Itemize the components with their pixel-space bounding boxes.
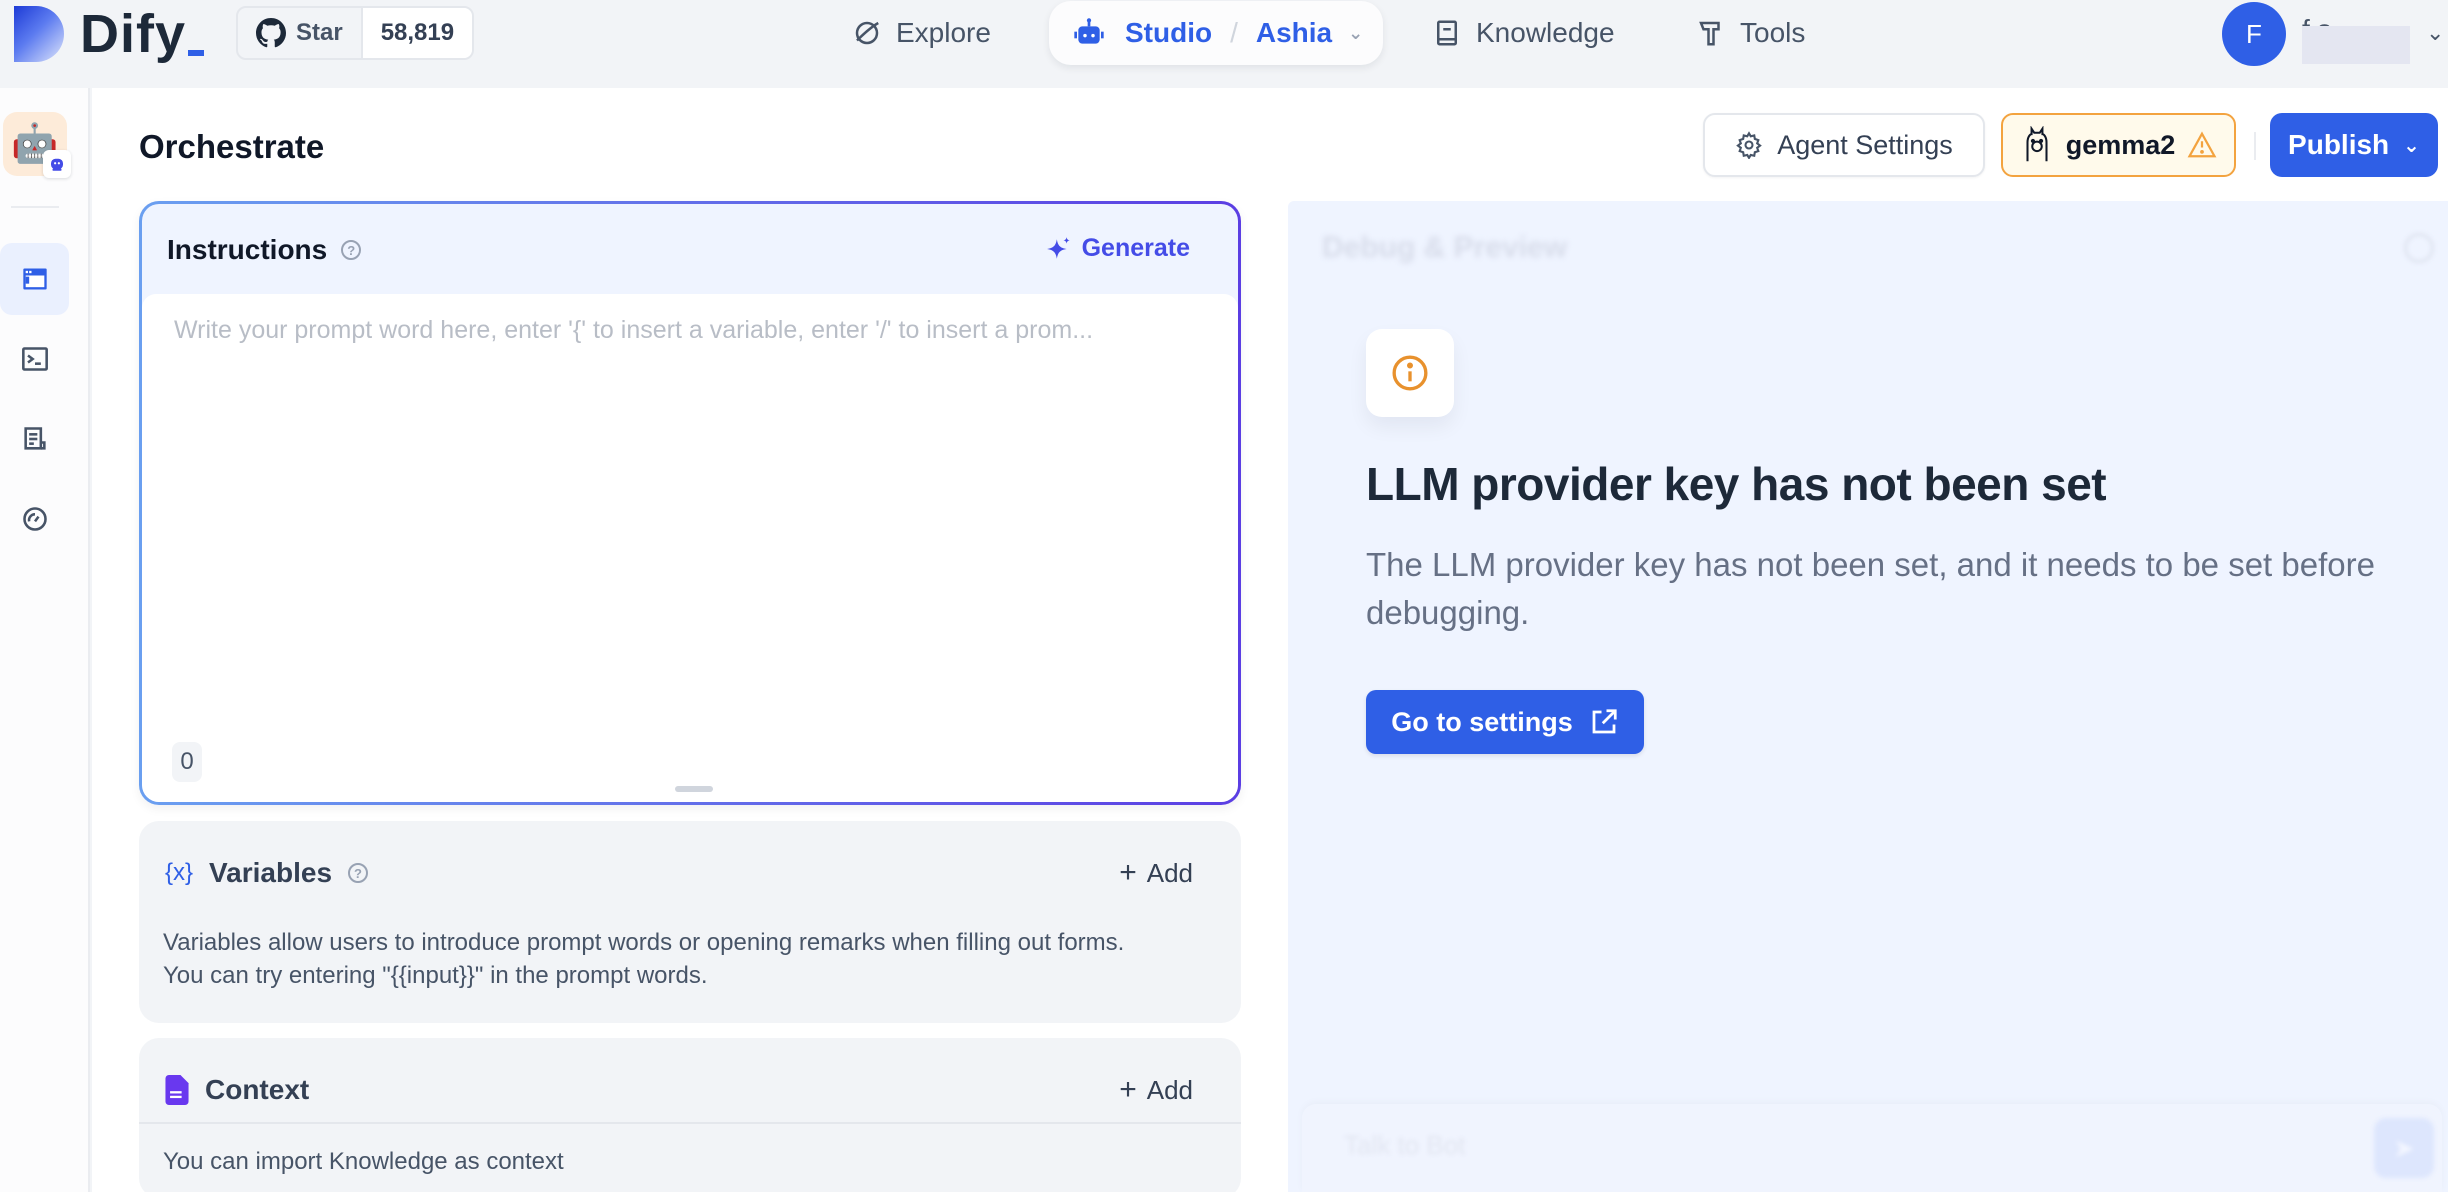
breadcrumb-separator: / (1230, 17, 1238, 48)
sidebar-item-orchestrate[interactable] (0, 243, 69, 315)
robot-icon (1074, 18, 1104, 44)
sidebar-item-monitoring[interactable] (0, 483, 69, 555)
chevron-down-icon: ⌄ (2403, 134, 2420, 157)
header-divider (2254, 132, 2256, 160)
add-context-button[interactable]: + Add (1119, 1070, 1193, 1110)
chat-input[interactable]: Talk to Bot ➤ (1302, 1104, 2442, 1192)
refresh-icon[interactable] (2404, 233, 2434, 263)
redaction-mask (2302, 26, 2410, 64)
logo-mark-icon (14, 6, 64, 62)
info-icon-box (1366, 329, 1454, 417)
variables-title: Variables (209, 857, 333, 888)
agent-badge-icon (43, 150, 71, 178)
nav-tools-label: Tools (1740, 17, 1806, 48)
dify-logo[interactable]: Dify (14, 4, 205, 64)
file-icon (165, 1075, 189, 1105)
llama-icon (2026, 126, 2048, 162)
hammer-icon (1699, 21, 1720, 46)
chevron-down-icon[interactable]: ⌄ (1348, 23, 1363, 44)
window-icon (22, 268, 47, 290)
resize-handle[interactable] (675, 786, 713, 792)
debug-title: Debug & Preview (1322, 231, 1568, 264)
page-title: Orchestrate (139, 128, 325, 165)
debug-preview-panel: Debug & Preview LLM provider key has not… (1288, 201, 2448, 1192)
gauge-icon (22, 507, 47, 531)
go-to-settings-button[interactable]: Go to settings (1366, 690, 1644, 754)
terminal-icon (21, 347, 48, 371)
sidebar-item-logs[interactable] (0, 403, 69, 475)
send-icon: ➤ (2393, 1132, 2415, 1163)
nav-tools[interactable]: Tools (1696, 0, 1805, 66)
variables-card: {x} Variables ? + Add Variables allow us… (139, 821, 1241, 1023)
document-icon (23, 427, 46, 450)
github-star-button[interactable]: Star 58,819 (236, 6, 475, 60)
nav-explore[interactable]: Explore (852, 0, 991, 66)
info-circle-icon (1392, 355, 1428, 391)
logo-cursor (188, 50, 205, 56)
variable-braces-icon: {x} (165, 859, 194, 886)
model-selector-button[interactable]: gemma2 (2001, 113, 2236, 177)
help-icon[interactable]: ? (348, 863, 369, 883)
user-menu-chevron-icon[interactable]: ⌄ (2426, 20, 2444, 46)
app-sidebar: 🤖 (0, 88, 90, 1192)
nav-explore-label: Explore (896, 17, 991, 48)
warning-description: The LLM provider key has not been set, a… (1366, 546, 2375, 631)
add-variable-label: Add (1146, 857, 1193, 888)
logo-text: Dify (80, 4, 187, 64)
context-header: Context (165, 1070, 309, 1110)
plus-icon: + (1119, 856, 1137, 889)
external-link-icon (1592, 709, 1617, 734)
prompt-placeholder[interactable]: Write your prompt word here, enter '{' t… (174, 316, 1194, 345)
char-counter: 0 (172, 742, 202, 782)
sidebar-item-api[interactable] (0, 323, 69, 395)
prompt-editor[interactable]: Write your prompt word here, enter '{' t… (142, 294, 1238, 802)
add-context-label: Add (1146, 1074, 1193, 1105)
variables-description: Variables allow users to introduce promp… (163, 926, 1124, 992)
instructions-title: Instructions ? (167, 234, 362, 266)
nav-studio-label: Studio (1125, 17, 1213, 48)
chat-placeholder: Talk to Bot (1344, 1130, 1466, 1160)
warning-title: LLM provider key has not been set (1366, 458, 2107, 510)
github-star[interactable]: Star (238, 8, 361, 58)
github-star-count: 58,819 (360, 8, 473, 58)
variables-header: {x} Variables ? (165, 853, 369, 893)
instructions-title-label: Instructions (167, 234, 328, 265)
help-icon[interactable]: ? (341, 240, 362, 260)
generate-label: Generate (1081, 234, 1190, 262)
variables-description-line1: Variables allow users to introduce promp… (163, 929, 1125, 956)
variables-description-line2: You can try entering "{{input}}" in the … (163, 962, 708, 989)
user-avatar[interactable]: F (2222, 2, 2286, 66)
top-header: Dify Star 58,819 Explore Studio / Ashia … (0, 0, 2448, 88)
sparkle-icon (1046, 236, 1070, 259)
context-title: Context (205, 1074, 310, 1105)
add-variable-button[interactable]: + Add (1119, 853, 1193, 893)
main-content: Orchestrate Agent Settings gemma2 Publis… (92, 88, 2448, 1192)
publish-label: Publish (2288, 129, 2390, 160)
context-description: You can import Knowledge as context (163, 1148, 564, 1175)
context-divider (139, 1122, 1241, 1124)
sidebar-divider (11, 206, 59, 208)
agent-settings-label: Agent Settings (1777, 129, 1953, 160)
app-name-selector[interactable]: Ashia (1256, 17, 1332, 49)
github-icon (256, 18, 286, 48)
instructions-panel: Instructions ? Generate Write your promp… (139, 201, 1241, 805)
nav-knowledge[interactable]: Knowledge (1432, 0, 1615, 66)
plus-icon: + (1119, 1073, 1137, 1106)
nav-studio[interactable]: Studio / Ashia ⌄ (1049, 1, 1383, 65)
planet-icon (855, 21, 879, 45)
publish-button[interactable]: Publish ⌄ (2270, 113, 2438, 177)
nav-knowledge-label: Knowledge (1476, 17, 1615, 48)
book-icon (1437, 20, 1457, 46)
github-star-label: Star (296, 19, 343, 46)
generate-button[interactable]: Generate (1046, 234, 1190, 263)
agent-settings-button[interactable]: Agent Settings (1703, 113, 1985, 177)
gear-icon (1736, 131, 1763, 159)
context-card: Context + Add You can import Knowledge a… (139, 1038, 1241, 1192)
send-button[interactable]: ➤ (2374, 1118, 2434, 1178)
go-to-settings-label: Go to settings (1391, 706, 1573, 737)
warning-triangle-icon (2187, 131, 2217, 158)
model-name: gemma2 (2065, 129, 2176, 160)
